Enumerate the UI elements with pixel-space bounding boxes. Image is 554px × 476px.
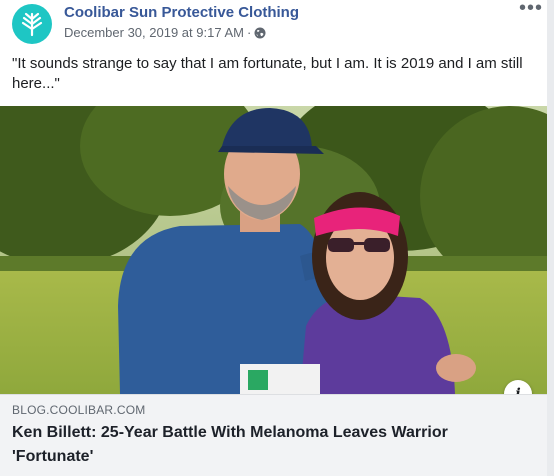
right-edge-divider xyxy=(547,0,554,476)
post-timestamp[interactable]: December 30, 2019 at 9:17 AM xyxy=(64,25,244,40)
link-domain: BLOG.COOLIBAR.COM xyxy=(12,403,146,417)
post-meta: December 30, 2019 at 9:17 AM · xyxy=(64,25,266,40)
post-text: "It sounds strange to say that I am fort… xyxy=(12,55,523,92)
coolibar-logo-icon xyxy=(21,12,43,37)
link-headline[interactable]: Ken Billett: 25-Year Battle With Melanom… xyxy=(12,421,532,469)
post-header: Coolibar Sun Protective Clothing Decembe… xyxy=(0,0,554,48)
link-preview-image[interactable] xyxy=(0,106,554,394)
couple-photo-illustration xyxy=(0,106,554,394)
page-name-link[interactable]: Coolibar Sun Protective Clothing xyxy=(64,4,299,21)
meta-separator: · xyxy=(246,25,252,40)
globe-icon[interactable] xyxy=(254,27,266,39)
more-options-button[interactable]: ••• xyxy=(516,0,546,20)
page-avatar[interactable] xyxy=(12,4,52,44)
link-preview-meta[interactable]: BLOG.COOLIBAR.COM Ken Billett: 25-Year B… xyxy=(0,394,554,476)
